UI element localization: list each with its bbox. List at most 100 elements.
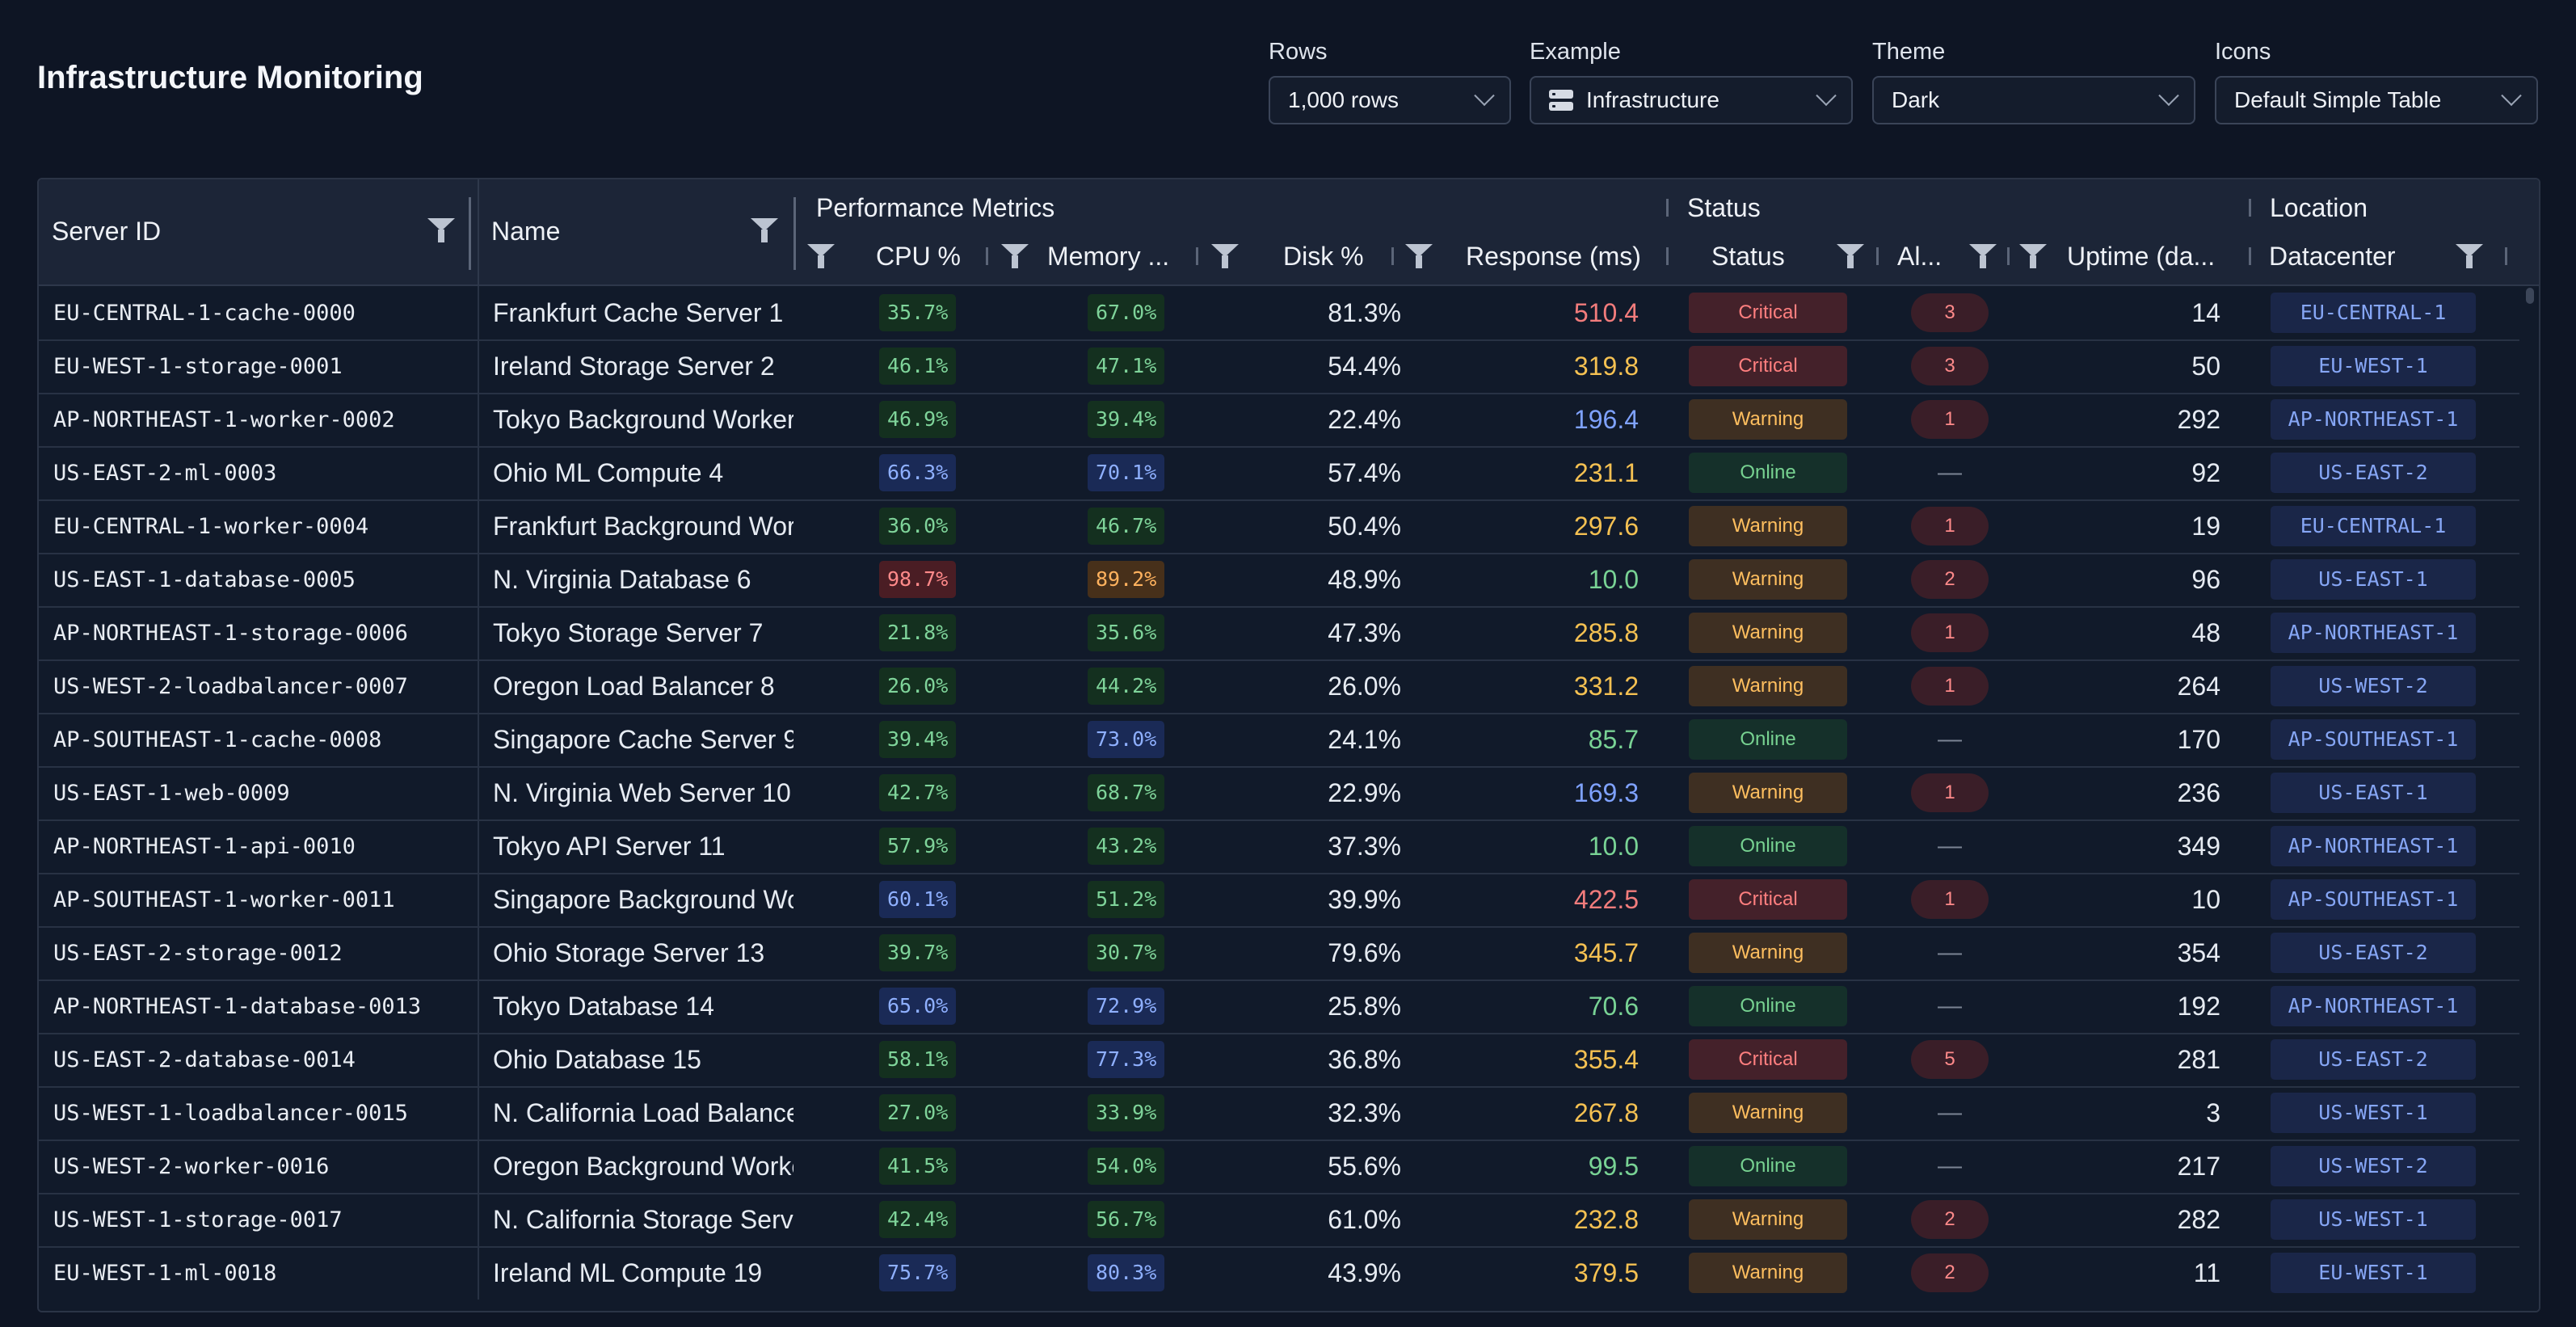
cell-status: Critical <box>1689 286 1858 339</box>
server-id-text: EU-CENTRAL-1-worker-0004 <box>53 513 369 539</box>
cell-disk: 48.9% <box>1283 553 1401 606</box>
table-row[interactable]: EU-CENTRAL-1-cache-0000 Frankfurt Cache S… <box>39 286 2519 341</box>
vertical-scrollbar[interactable] <box>2526 288 2534 304</box>
memory-badge: 44.2% <box>1088 668 1165 705</box>
table-row[interactable]: AP-NORTHEAST-1-database-0013 Tokyo Databa… <box>39 979 2519 1034</box>
cell-uptime: 281 <box>2059 1033 2220 1086</box>
example-select[interactable]: Infrastructure <box>1530 76 1853 124</box>
cell-name: N. Virginia Web Server 10 <box>493 766 793 819</box>
column-resize-handle[interactable] <box>1196 247 1198 265</box>
table-row[interactable]: US-EAST-2-database-0014 Ohio Database 15 5… <box>39 1033 2519 1088</box>
table-row[interactable]: US-WEST-2-loadbalancer-0007 Oregon Load B… <box>39 659 2519 714</box>
cell-datacenter: US-WEST-2 <box>2271 659 2489 713</box>
column-resize-handle[interactable] <box>469 197 471 270</box>
cell-response: 99.5 <box>1493 1140 1639 1193</box>
server-id-text: AP-NORTHEAST-1-api-0010 <box>53 833 356 859</box>
cell-server-id: AP-NORTHEAST-1-storage-0006 <box>53 606 465 659</box>
table-row[interactable]: AP-NORTHEAST-1-worker-0002 Tokyo Backgrou… <box>39 393 2519 448</box>
table-row[interactable]: US-WEST-1-storage-0017 N. California Stor… <box>39 1193 2519 1248</box>
table-row[interactable]: US-EAST-2-storage-0012 Ohio Storage Serve… <box>39 926 2519 981</box>
col-header-datacenter[interactable]: Datacenter <box>2269 236 2396 276</box>
table-row[interactable]: AP-SOUTHEAST-1-worker-0011 Singapore Back… <box>39 873 2519 928</box>
status-badge: Online <box>1689 826 1847 866</box>
col-header-disk[interactable]: Disk % <box>1283 236 1364 276</box>
column-resize-handle[interactable] <box>2505 247 2507 265</box>
col-header-name[interactable]: Name <box>491 199 560 263</box>
col-header-status[interactable]: Status <box>1711 236 1785 276</box>
uptime-text: 19 <box>2191 511 2220 541</box>
table-row[interactable]: AP-NORTHEAST-1-api-0010 Tokyo API Server … <box>39 819 2519 874</box>
table-row[interactable]: EU-WEST-1-storage-0001 Ireland Storage Se… <box>39 339 2519 394</box>
column-resize-handle[interactable] <box>2249 247 2251 265</box>
cell-response: 297.6 <box>1493 499 1639 553</box>
cell-server-id: US-EAST-1-web-0009 <box>53 766 465 819</box>
table-row[interactable]: US-WEST-2-worker-0016 Oregon Background W… <box>39 1140 2519 1194</box>
example-control: Example Infrastructure <box>1530 36 1853 124</box>
col-header-server-id[interactable]: Server ID <box>52 199 161 263</box>
col-header-cpu[interactable]: CPU % <box>876 236 961 276</box>
col-header-memory[interactable]: Memory ... <box>1047 236 1169 276</box>
filter-icon[interactable] <box>750 215 779 244</box>
cell-memory: 56.7% <box>1088 1193 1201 1246</box>
col-header-alerts[interactable]: Al... <box>1897 236 1942 276</box>
table-row[interactable]: US-EAST-2-ml-0003 Ohio ML Compute 4 66.3% 7… <box>39 446 2519 501</box>
cell-server-id: EU-CENTRAL-1-cache-0000 <box>53 286 465 339</box>
col-header-uptime[interactable]: Uptime (da... <box>2067 236 2215 276</box>
group-performance-metrics: Performance Metrics <box>816 192 1055 222</box>
cpu-badge: 21.8% <box>879 614 957 651</box>
table-row[interactable]: AP-SOUTHEAST-1-cache-0008 Singapore Cache… <box>39 713 2519 768</box>
memory-badge: 73.0% <box>1088 721 1165 758</box>
column-resize-handle[interactable] <box>793 197 796 270</box>
server-name-text: Tokyo Background Worker <box>493 404 793 434</box>
filter-icon[interactable] <box>2455 241 2484 270</box>
filter-icon[interactable] <box>1404 241 1433 270</box>
theme-select[interactable]: Dark <box>1872 76 2195 124</box>
filter-icon[interactable] <box>1968 241 1997 270</box>
table-row[interactable]: US-WEST-1-loadbalancer-0015 N. California… <box>39 1086 2519 1141</box>
memory-badge: 33.9% <box>1088 1094 1165 1131</box>
table-row[interactable]: EU-WEST-1-ml-0018 Ireland ML Compute 19 75… <box>39 1246 2519 1301</box>
icons-select[interactable]: Default Simple Table <box>2215 76 2538 124</box>
status-badge: Warning <box>1689 1093 1847 1133</box>
rows-select[interactable]: 1,000 rows <box>1269 76 1511 124</box>
group-location: Location <box>2270 192 2368 222</box>
filter-icon[interactable] <box>427 215 456 244</box>
cell-response: 85.7 <box>1493 713 1639 766</box>
column-resize-handle[interactable] <box>2007 247 2010 265</box>
table-row[interactable]: US-EAST-1-database-0005 N. Virginia Datab… <box>39 553 2519 608</box>
datacenter-badge: AP-SOUTHEAST-1 <box>2271 719 2476 760</box>
column-divider <box>478 713 479 766</box>
cell-server-id: EU-WEST-1-ml-0018 <box>53 1246 465 1300</box>
status-badge: Online <box>1689 719 1847 760</box>
filter-icon[interactable] <box>2018 241 2048 270</box>
filter-icon[interactable] <box>806 241 836 270</box>
table-row[interactable]: US-EAST-1-web-0009 N. Virginia Web Server… <box>39 766 2519 821</box>
cell-datacenter: US-WEST-1 <box>2271 1086 2489 1140</box>
filter-icon[interactable] <box>1000 241 1029 270</box>
cell-uptime: 92 <box>2059 446 2220 499</box>
alert-count-badge: 1 <box>1911 773 1989 812</box>
col-header-response[interactable]: Response (ms) <box>1466 236 1641 276</box>
cell-name: Tokyo API Server 11 <box>493 819 793 873</box>
alerts-none-text: — <box>1938 459 1962 486</box>
server-name-text: N. California Storage Serve <box>493 1204 793 1234</box>
alert-count-badge: 1 <box>1911 880 1989 919</box>
column-resize-handle[interactable] <box>986 247 988 265</box>
cell-memory: 54.0% <box>1088 1140 1201 1193</box>
cell-uptime: 14 <box>2059 286 2220 339</box>
table-row[interactable]: EU-CENTRAL-1-worker-0004 Frankfurt Backgr… <box>39 499 2519 554</box>
column-resize-handle[interactable] <box>1391 247 1394 265</box>
filter-icon[interactable] <box>1836 241 1865 270</box>
uptime-text: 282 <box>2177 1204 2220 1234</box>
cell-datacenter: EU-CENTRAL-1 <box>2271 499 2489 553</box>
cell-cpu: 26.0% <box>879 659 992 713</box>
cell-disk: 22.9% <box>1283 766 1401 819</box>
table-row[interactable]: AP-NORTHEAST-1-storage-0006 Tokyo Storage… <box>39 606 2519 661</box>
server-id-text: EU-WEST-1-ml-0018 <box>53 1260 277 1286</box>
cpu-badge: 39.4% <box>879 721 957 758</box>
cell-uptime: 192 <box>2059 979 2220 1033</box>
column-resize-handle[interactable] <box>1876 247 1879 265</box>
filter-icon[interactable] <box>1210 241 1240 270</box>
column-resize-handle[interactable] <box>1666 247 1669 265</box>
uptime-text: 92 <box>2191 457 2220 487</box>
